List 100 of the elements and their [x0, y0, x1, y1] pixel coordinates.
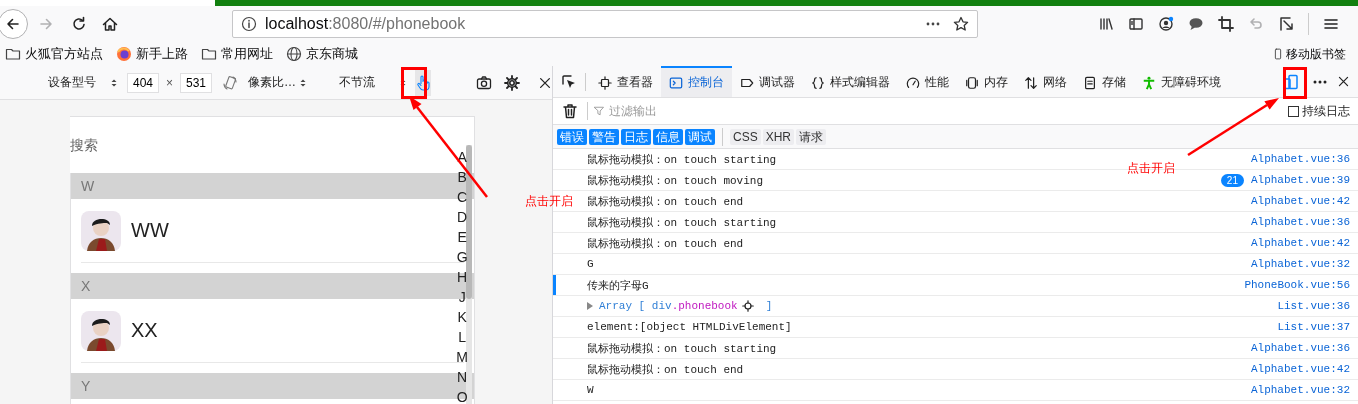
avatar	[81, 210, 121, 251]
up-down-arrows-icon	[1024, 75, 1038, 90]
source-link[interactable]: Alphabet.vue:36	[1250, 216, 1350, 228]
bookmark-item[interactable]: 火狐官方站点	[5, 45, 103, 63]
url-text: localhost:8080/#/phonebook	[265, 15, 467, 33]
info-icon[interactable]	[241, 16, 257, 32]
annotation-box	[401, 67, 427, 99]
log-message: W	[587, 384, 594, 396]
devtools-tab[interactable]: 控制台	[661, 66, 732, 97]
log-message: 鼠标拖动模拟：on touch starting	[587, 341, 777, 356]
filter-toggle[interactable]: 错误	[557, 128, 587, 145]
log-message: 鼠标拖动模拟：on touch starting	[587, 152, 777, 167]
reload-icon[interactable]	[71, 16, 87, 32]
height-input[interactable]: 531	[180, 72, 212, 93]
source-link[interactable]: List.vue:36	[1277, 300, 1350, 312]
rotate-icon[interactable]	[222, 74, 238, 91]
scrollbar[interactable]	[466, 145, 472, 404]
bookmark-item[interactable]: 京东商城	[286, 45, 358, 63]
index-letter[interactable]: A	[457, 147, 467, 167]
filter-toggle[interactable]: CSS	[730, 128, 761, 145]
inspector-icon	[598, 75, 612, 90]
device-select[interactable]: 设备型号	[48, 74, 118, 91]
index-letter[interactable]: K	[457, 307, 467, 327]
crop-icon[interactable]	[1218, 16, 1234, 32]
log-message: 鼠标拖动模拟：on touch end	[587, 194, 744, 209]
star-icon[interactable]	[953, 16, 969, 32]
filter-toggle[interactable]: 信息	[653, 128, 683, 145]
annotation-label: 点击开启	[1127, 160, 1175, 177]
devtools-tab[interactable]: 存储	[1075, 66, 1134, 97]
back-button[interactable]	[0, 9, 28, 39]
browser-logo-icon	[116, 46, 132, 62]
filter-toggle[interactable]: 警告	[589, 128, 619, 145]
source-link[interactable]: Alphabet.vue:36	[1250, 342, 1350, 354]
log-message: G	[587, 258, 594, 270]
trash-icon[interactable]	[562, 103, 578, 119]
bookmark-item[interactable]: 新手上路	[116, 45, 188, 63]
source-link[interactable]: Alphabet.vue:42	[1250, 237, 1350, 249]
source-link[interactable]: Alphabet.vue:39	[1250, 174, 1350, 186]
source-link[interactable]: Alphabet.vue:36	[1250, 153, 1350, 165]
index-letter[interactable]: H	[457, 267, 468, 287]
log-message: 鼠标拖动模拟：on touch end	[587, 236, 744, 251]
devtools-tab[interactable]: 调试器	[732, 66, 803, 97]
size-separator: ×	[166, 75, 173, 90]
annotation-label: 点击开启	[525, 193, 573, 210]
index-letter[interactable]: N	[457, 367, 468, 387]
devtools-tab[interactable]: 内存	[957, 66, 1016, 97]
throttling-select[interactable]: 不节流	[339, 74, 407, 91]
home-icon[interactable]	[102, 16, 118, 32]
menu-icon[interactable]	[1323, 16, 1339, 32]
persist-logs-checkbox[interactable]: 持续日志	[1288, 102, 1350, 120]
log-message: element:[object HTMLDivElement]	[587, 321, 792, 333]
index-letter[interactable]: E	[457, 227, 467, 247]
devtools-tab[interactable]: 无障碍环境	[1134, 66, 1229, 97]
back-arrow-icon	[5, 16, 21, 32]
source-link[interactable]: Alphabet.vue:42	[1250, 363, 1350, 375]
index-letter[interactable]: B	[457, 167, 467, 187]
source-link[interactable]: Alphabet.vue:32	[1250, 258, 1350, 270]
log-message: 鼠标拖动模拟：on touch starting	[587, 215, 777, 230]
devtools-tab[interactable]: 网络	[1016, 66, 1075, 97]
devtools-tab[interactable]: 查看器	[590, 66, 661, 97]
close-icon[interactable]	[538, 75, 552, 90]
chat-icon[interactable]	[1188, 16, 1204, 32]
target-icon[interactable]	[741, 300, 754, 312]
log-message: 鼠标拖动模拟：on touch end	[587, 362, 744, 377]
library-icon[interactable]	[1098, 16, 1114, 32]
globe-icon	[286, 46, 302, 62]
expand-triangle-icon[interactable]	[586, 301, 594, 311]
camera-icon[interactable]	[476, 74, 492, 91]
picker-icon[interactable]	[561, 73, 577, 90]
source-link[interactable]: Alphabet.vue:42	[1250, 195, 1350, 207]
hand-pointer-icon	[415, 73, 431, 92]
devtools-tab[interactable]: 性能	[898, 66, 957, 97]
source-link[interactable]: Alphabet.vue:32	[1250, 384, 1350, 396]
corner-arrow-icon[interactable]	[1278, 16, 1294, 32]
filter-icon	[593, 105, 605, 117]
person-icon	[1142, 75, 1156, 90]
log-message: 传来的字母G	[587, 278, 649, 293]
filter-toggle[interactable]: 请求	[796, 128, 827, 145]
object-preview[interactable]: Array [ div.phonebook	[599, 300, 738, 312]
width-input[interactable]: 404	[127, 72, 159, 93]
settings-icon[interactable]	[504, 74, 520, 91]
pixel-ratio-select[interactable]: 像素比…	[248, 74, 307, 91]
address-field[interactable]: localhost:8080/#/phonebook	[232, 10, 978, 38]
source-link[interactable]: PhoneBook.vue:56	[1244, 279, 1350, 291]
sidebar-icon[interactable]	[1128, 16, 1144, 32]
account-icon[interactable]	[1158, 16, 1174, 32]
index-letter[interactable]: O	[456, 387, 468, 404]
object-preview-end: ]	[765, 300, 773, 312]
filter-toggle[interactable]: 日志	[621, 128, 651, 145]
close-icon[interactable]	[1337, 75, 1350, 88]
source-link[interactable]: List.vue:37	[1277, 321, 1350, 333]
bookmark-item[interactable]: 常用网址	[201, 45, 273, 63]
braces-icon	[811, 75, 825, 90]
phone-icon	[1272, 46, 1284, 62]
log-message: 鼠标拖动模拟：on touch moving	[587, 173, 764, 188]
devtools-tab[interactable]: 样式编辑器	[803, 66, 898, 97]
index-letter[interactable]: L	[458, 327, 467, 347]
filter-toggle[interactable]: XHR	[762, 128, 795, 145]
filter-toggle[interactable]: 调试	[685, 128, 715, 145]
mobile-bookmarks-button[interactable]: 移动版书签	[1272, 45, 1346, 63]
